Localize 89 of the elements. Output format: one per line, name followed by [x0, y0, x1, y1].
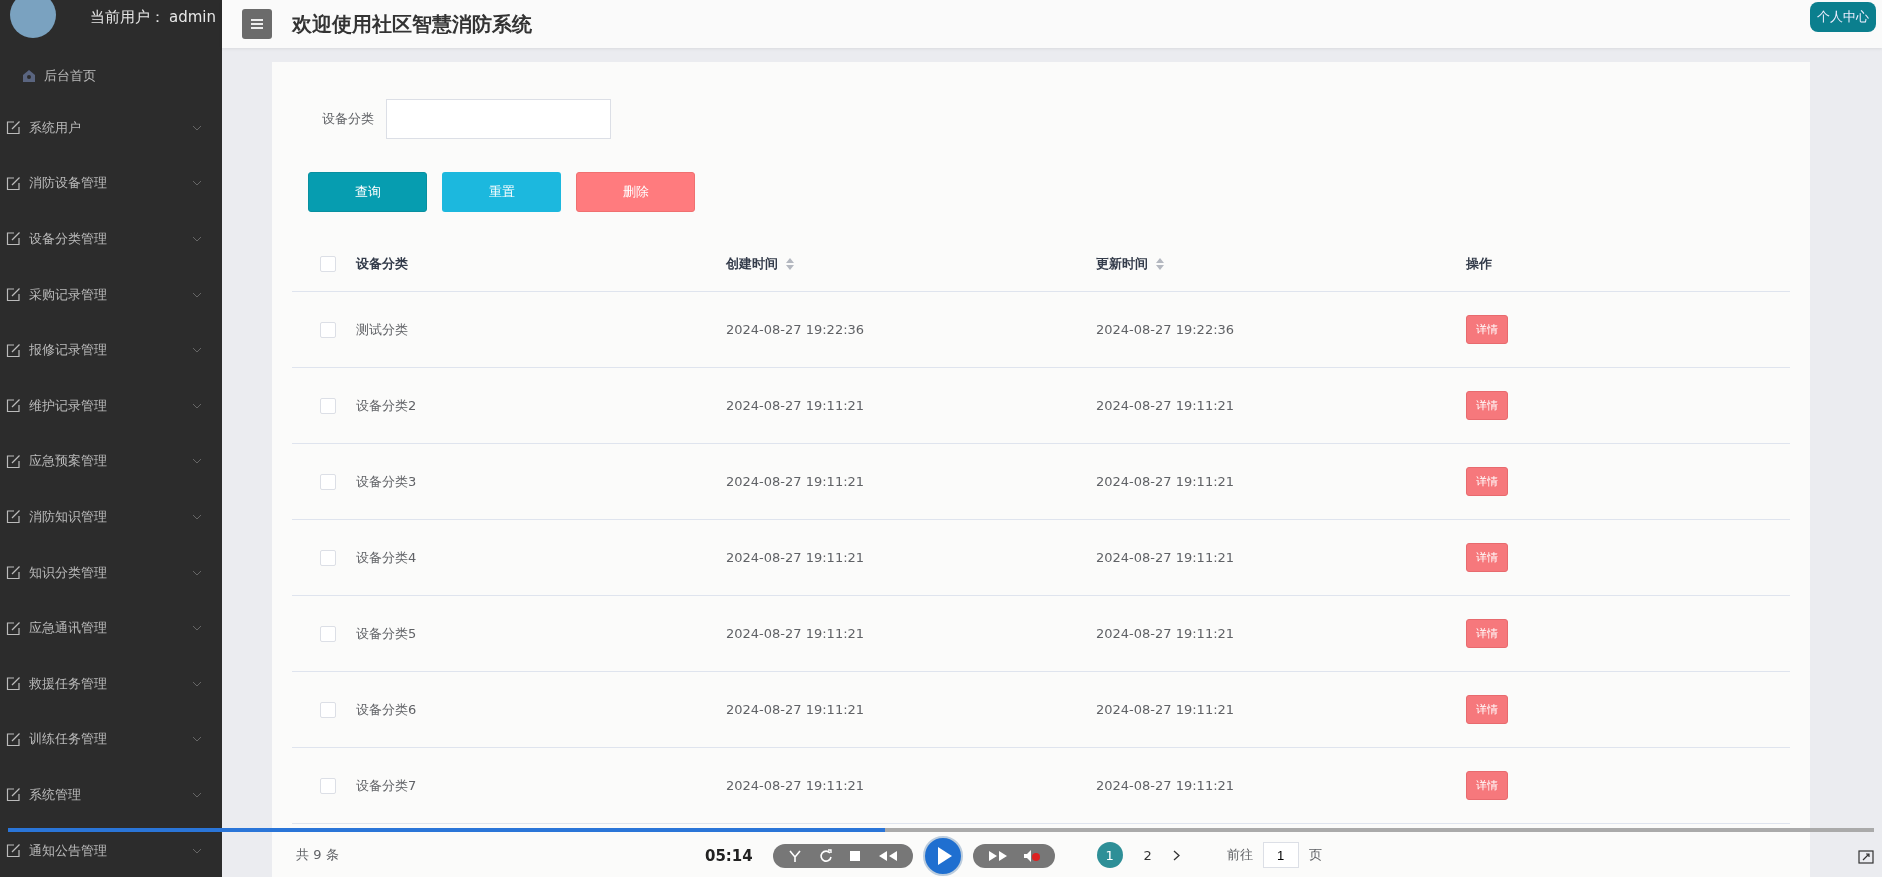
checkbox[interactable]	[320, 321, 336, 338]
edit-icon	[6, 231, 21, 247]
username: admin	[169, 8, 216, 26]
field-label: 设备分类	[322, 110, 374, 128]
stop-icon[interactable]	[848, 850, 861, 862]
playback-time: 05:14	[705, 847, 753, 865]
edit-icon	[6, 787, 21, 803]
sidebar-item[interactable]: 训练任务管理	[0, 711, 222, 768]
column-header[interactable]: 更新时间	[1096, 254, 1164, 273]
checkbox[interactable]	[320, 777, 336, 794]
page-title: 欢迎使用社区智慧消防系统	[292, 10, 533, 38]
sidebar-item[interactable]: 应急通讯管理	[0, 600, 222, 656]
sidebar-item[interactable]: 后台首页	[0, 52, 222, 100]
table-cell: 2024-08-27 19:11:21	[726, 626, 865, 641]
play-button[interactable]	[922, 836, 963, 876]
edit-icon	[6, 843, 21, 858]
edit-icon	[6, 620, 21, 636]
home-icon	[22, 69, 36, 83]
edit-icon	[6, 342, 21, 358]
sidebar-item[interactable]: 系统管理	[0, 767, 222, 823]
current-user-label: 当前用户：	[90, 7, 165, 27]
sort-icon[interactable]	[786, 257, 794, 270]
table-cell: 2024-08-27 19:11:21	[726, 550, 865, 565]
column-header: 操作	[1466, 254, 1492, 273]
profile-button[interactable]: 个人中心	[1810, 2, 1876, 32]
checkbox[interactable]	[320, 255, 336, 272]
checkbox[interactable]	[320, 397, 336, 414]
menu-button[interactable]	[242, 9, 272, 39]
edit-icon	[6, 676, 21, 692]
sidebar-item[interactable]: 维护记录管理	[0, 377, 222, 434]
total-count: 共 9 条	[296, 846, 339, 864]
table-cell: 设备分类5	[356, 624, 417, 643]
sidebar-item[interactable]: 救援任务管理	[0, 655, 222, 712]
input-field[interactable]	[386, 99, 611, 139]
checkbox[interactable]	[320, 473, 336, 490]
sidebar-item[interactable]: 通知公告管理	[0, 822, 222, 877]
column-header[interactable]: 创建时间	[726, 254, 794, 273]
sidebar-item[interactable]: 采购记录管理	[0, 266, 222, 323]
table-cell: 2024-08-27 19:11:21	[1096, 626, 1235, 641]
goto-label: 前往	[1226, 846, 1253, 864]
next-page-icon[interactable]	[1172, 849, 1180, 861]
table-cell: 设备分类2	[356, 396, 417, 415]
table-cell: 2024-08-27 19:11:21	[1096, 550, 1235, 565]
progress-track[interactable]	[8, 828, 1874, 832]
sidebar-item[interactable]: 知识分类管理	[0, 544, 222, 601]
sidebar-item[interactable]: 应急预案管理	[0, 433, 222, 490]
table-cell: 2024-08-27 19:11:21	[1096, 398, 1235, 413]
page-input[interactable]: 1	[1262, 842, 1299, 868]
edit-icon	[6, 175, 21, 191]
sidebar-item[interactable]: 设备分类管理	[0, 211, 222, 267]
table-cell: 设备分类4	[356, 548, 417, 567]
fullscreen-icon[interactable]	[1858, 850, 1874, 864]
checkbox[interactable]	[320, 549, 336, 566]
sidebar-item[interactable]: 报修记录管理	[0, 322, 222, 378]
page-button[interactable]: 1	[1096, 842, 1123, 868]
sidebar-item[interactable]: 系统用户	[0, 100, 222, 156]
sort-icon[interactable]	[1156, 257, 1164, 270]
table-cell: 2024-08-27 19:11:21	[726, 474, 865, 489]
table-cell: 2024-08-27 19:22:36	[1096, 322, 1235, 337]
table-cell: 设备分类3	[356, 472, 417, 491]
edit-icon	[6, 453, 21, 469]
sidebar-item[interactable]: 消防设备管理	[0, 155, 222, 212]
table-cell: 2024-08-27 19:11:21	[726, 702, 865, 717]
edit-icon	[6, 287, 21, 303]
mute-icon[interactable]	[1022, 849, 1041, 863]
refresh-icon[interactable]	[818, 849, 833, 863]
checkbox[interactable]	[320, 625, 336, 642]
table-cell: 2024-08-27 19:11:21	[726, 398, 865, 413]
edit-icon	[6, 731, 21, 747]
table-cell: 设备分类6	[356, 700, 417, 719]
table-cell: 2024-08-27 19:11:21	[1096, 474, 1235, 489]
menu-icon	[250, 18, 264, 30]
sidebar-item[interactable]: 消防知识管理	[0, 489, 222, 545]
edit-icon	[6, 509, 21, 525]
edit-icon	[6, 565, 21, 581]
edit-icon	[6, 120, 21, 136]
table-cell: 测试分类	[356, 320, 408, 339]
page-suffix: 页	[1308, 846, 1322, 864]
column-header: 设备分类	[356, 254, 408, 273]
table-cell: 2024-08-27 19:11:21	[1096, 702, 1235, 717]
edit-icon	[6, 398, 21, 414]
page-button[interactable]: 2	[1134, 842, 1161, 868]
table-cell: 2024-08-27 19:22:36	[726, 322, 865, 337]
table-cell: 2024-08-27 19:11:21	[726, 778, 865, 793]
table-cell: 设备分类7	[356, 776, 417, 795]
checkbox[interactable]	[320, 701, 336, 718]
table-cell: 2024-08-27 19:11:21	[1096, 778, 1235, 793]
avatar	[10, 0, 56, 38]
fast-forward-icon[interactable]	[986, 850, 1009, 862]
